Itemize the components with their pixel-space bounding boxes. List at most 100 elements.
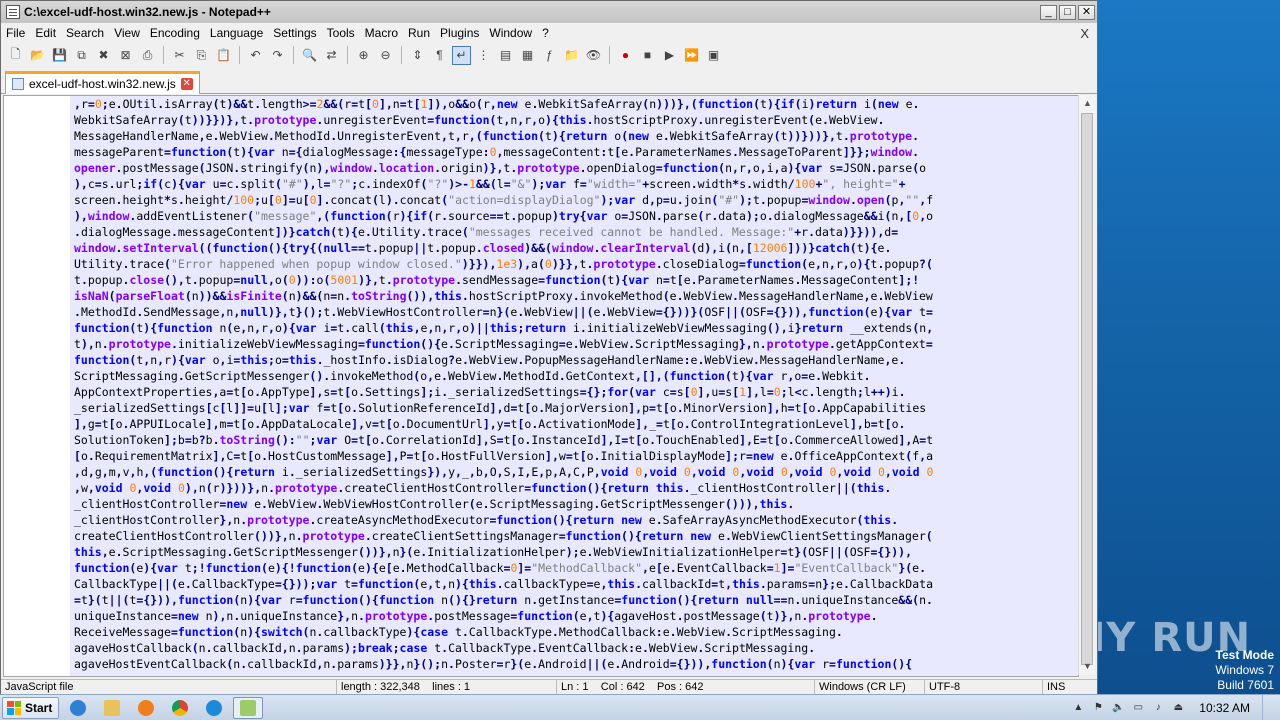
folder-workspace-icon[interactable]: 📁 bbox=[562, 46, 581, 65]
vertical-scrollbar[interactable]: ▲ ▼ bbox=[1078, 95, 1095, 675]
menu-language[interactable]: Language bbox=[205, 26, 268, 40]
code-line[interactable]: t.popup.close(),t.popup=null,o(0)):o(500… bbox=[74, 272, 1078, 288]
play-macro-icon[interactable]: ▶ bbox=[660, 46, 679, 65]
copy-icon[interactable]: ⎘ bbox=[192, 46, 211, 65]
code-line[interactable]: ScriptMessaging.GetScriptMessenger().inv… bbox=[74, 368, 1078, 384]
user-language-icon[interactable]: ▤ bbox=[496, 46, 515, 65]
record-macro-icon[interactable]: ● bbox=[616, 46, 635, 65]
code-line[interactable]: function(t){function n(e,n,r,o){var i=t.… bbox=[74, 320, 1078, 336]
code-line[interactable]: messageParent=function(t){var n={dialogM… bbox=[74, 144, 1078, 160]
notepad-app-icon[interactable] bbox=[6, 5, 20, 19]
print-icon[interactable]: ⎙ bbox=[138, 46, 157, 65]
code-editor[interactable]: ,r=0;e.OUtil.isArray(t)&&t.length>=2&&(r… bbox=[3, 95, 1079, 677]
redo-icon[interactable]: ↷ bbox=[268, 46, 287, 65]
close-button[interactable]: ✕ bbox=[1078, 4, 1095, 20]
line-number-gutter[interactable] bbox=[4, 96, 70, 676]
sync-vertical-icon[interactable]: ⇕ bbox=[408, 46, 427, 65]
code-text-area[interactable]: ,r=0;e.OUtil.isArray(t)&&t.length>=2&&(r… bbox=[70, 96, 1078, 676]
code-line[interactable]: SolutionToken];b=b?b.toString():"";var O… bbox=[74, 432, 1078, 448]
taskbar-clock[interactable]: 10:32 AM bbox=[1199, 701, 1250, 715]
save-all-icon[interactable]: ⧉ bbox=[72, 46, 91, 65]
cut-icon[interactable]: ✂ bbox=[170, 46, 189, 65]
taskbar-edge[interactable] bbox=[199, 697, 229, 719]
code-line[interactable]: .MethodId.SendMessage,n,null)},t}();t.We… bbox=[74, 304, 1078, 320]
minimize-button[interactable]: _ bbox=[1040, 4, 1057, 20]
scroll-down-icon[interactable]: ▼ bbox=[1079, 658, 1096, 675]
save-macro-icon[interactable]: ▣ bbox=[704, 46, 723, 65]
menu-plugins[interactable]: Plugins bbox=[435, 26, 484, 40]
code-line[interactable]: .dialogMessage.messageContent])}catch(t)… bbox=[74, 224, 1078, 240]
show-desktop-button[interactable] bbox=[1262, 694, 1272, 720]
new-file-icon[interactable]: 🗋 bbox=[6, 46, 25, 65]
menu-edit[interactable]: Edit bbox=[30, 26, 61, 40]
scroll-up-icon[interactable]: ▲ bbox=[1079, 95, 1096, 112]
code-line[interactable]: ,d,g,m,v,h,(function(){return i._seriali… bbox=[74, 464, 1078, 480]
code-line[interactable]: [o.RequirementMatrix],C=t[o.HostCustomMe… bbox=[74, 448, 1078, 464]
close-document-button[interactable]: X bbox=[1080, 26, 1089, 41]
code-line[interactable]: _clientHostController},n.prototype.creat… bbox=[74, 512, 1078, 528]
code-line[interactable]: ),window.addEventListener("message",(fun… bbox=[74, 208, 1078, 224]
undo-icon[interactable]: ↶ bbox=[246, 46, 265, 65]
taskbar-explorer[interactable] bbox=[97, 697, 127, 719]
save-icon[interactable]: 💾 bbox=[50, 46, 69, 65]
paste-icon[interactable]: 📋 bbox=[214, 46, 233, 65]
code-line[interactable]: Utility.trace("Error happened when popup… bbox=[74, 256, 1078, 272]
maximize-button[interactable]: □ bbox=[1059, 4, 1076, 20]
taskbar-media-player[interactable] bbox=[131, 697, 161, 719]
taskbar-notepad-plus-plus[interactable] bbox=[233, 696, 264, 719]
code-line[interactable]: agaveHostEventCallback(n.callbackId,n.pa… bbox=[74, 656, 1078, 672]
speaker-volume-icon[interactable]: ♪ bbox=[1151, 702, 1165, 714]
replace-icon[interactable]: ⇄ bbox=[322, 46, 341, 65]
find-icon[interactable]: 🔍 bbox=[300, 46, 319, 65]
show-all-characters-icon[interactable]: ¶ bbox=[430, 46, 449, 65]
code-line[interactable]: screen.height*s.height/100;u[0]=u[0].con… bbox=[74, 192, 1078, 208]
code-line[interactable]: uniqueInstance=new n),n.uniqueInstance},… bbox=[74, 608, 1078, 624]
indent-guide-icon[interactable]: ⋮ bbox=[474, 46, 493, 65]
menu-run[interactable]: Run bbox=[403, 26, 435, 40]
function-list-icon[interactable]: ƒ bbox=[540, 46, 559, 65]
title-bar[interactable]: C:\excel-udf-host.win32.new.js - Notepad… bbox=[1, 1, 1097, 23]
code-line[interactable]: this,e.ScriptMessaging.GetScriptMessenge… bbox=[74, 544, 1078, 560]
menu-tools[interactable]: Tools bbox=[322, 26, 360, 40]
code-line[interactable]: t),n.prototype.initializeWebViewMessagin… bbox=[74, 336, 1078, 352]
word-wrap-icon[interactable]: ↵ bbox=[452, 45, 471, 65]
code-line[interactable]: opener.postMessage(JSON.stringify(n),win… bbox=[74, 160, 1078, 176]
code-line[interactable]: agaveHostCallback(n.callbackId,n.params)… bbox=[74, 640, 1078, 656]
code-line[interactable]: window.setInterval((function(){try{(null… bbox=[74, 240, 1078, 256]
menu-view[interactable]: View bbox=[109, 26, 145, 40]
run-macro-multiple-icon[interactable]: ⏩ bbox=[682, 46, 701, 65]
code-line[interactable]: CallbackType||(e.CallbackType={}));var t… bbox=[74, 576, 1078, 592]
code-line[interactable]: ReceiveMessage=function(n){switch(n.call… bbox=[74, 624, 1078, 640]
code-line[interactable]: function(t,n,r){var o,i=this;o=this._hos… bbox=[74, 352, 1078, 368]
stop-macro-icon[interactable]: ■ bbox=[638, 46, 657, 65]
safely-remove-icon[interactable]: ⏏ bbox=[1171, 702, 1185, 714]
code-line[interactable]: createClientHostController())},n.prototy… bbox=[74, 528, 1078, 544]
close-file-icon[interactable]: ✖ bbox=[94, 46, 113, 65]
menu-macro[interactable]: Macro bbox=[360, 26, 403, 40]
speaker-icon[interactable]: 🔈 bbox=[1111, 702, 1125, 714]
monitoring-icon[interactable]: 👁 bbox=[584, 46, 603, 65]
start-button[interactable]: Start bbox=[2, 696, 60, 719]
tab-excel-udf-host[interactable]: excel-udf-host.win32.new.js ✕ bbox=[5, 71, 200, 94]
flag-icon[interactable]: ⚑ bbox=[1091, 702, 1105, 714]
code-line[interactable]: ,w,void 0,void 0),n(r)}))},n.prototype.c… bbox=[74, 480, 1078, 496]
taskbar-chrome[interactable] bbox=[165, 697, 195, 719]
close-all-icon[interactable]: ⊠ bbox=[116, 46, 135, 65]
tray-expand-icon[interactable]: ▲ bbox=[1071, 702, 1085, 714]
code-line[interactable]: isNaN(parseFloat(n))&&isFinite(n)&&(n=n.… bbox=[74, 288, 1078, 304]
taskbar-internet-explorer[interactable] bbox=[63, 697, 93, 719]
code-line[interactable]: AppContextProperties,a=t[o.AppType],s=t[… bbox=[74, 384, 1078, 400]
code-line[interactable]: function(e){var t;!function(e){!function… bbox=[74, 560, 1078, 576]
tab-close-icon[interactable]: ✕ bbox=[180, 78, 193, 90]
menu-file[interactable]: File bbox=[1, 26, 30, 40]
code-line[interactable]: WebkitSafeArray(t))}})},t.prototype.unre… bbox=[74, 112, 1078, 128]
code-line[interactable]: ],g=t[o.APPUILocale],m=t[o.AppDataLocale… bbox=[74, 416, 1078, 432]
open-file-icon[interactable]: 📂 bbox=[28, 46, 47, 65]
network-icon[interactable]: ▭ bbox=[1131, 702, 1145, 714]
code-line[interactable]: ,r=0;e.OUtil.isArray(t)&&t.length>=2&&(r… bbox=[74, 96, 1078, 112]
scroll-thumb[interactable] bbox=[1081, 113, 1093, 665]
zoom-in-icon[interactable]: ⊕ bbox=[354, 46, 373, 65]
code-line[interactable]: =t}(t||(t={})),function(n){var r=functio… bbox=[74, 592, 1078, 608]
code-line[interactable]: _serializedSettings[c[l]]=u[l];var f=t[o… bbox=[74, 400, 1078, 416]
code-line[interactable]: _clientHostController=new e.WebView.WebV… bbox=[74, 496, 1078, 512]
